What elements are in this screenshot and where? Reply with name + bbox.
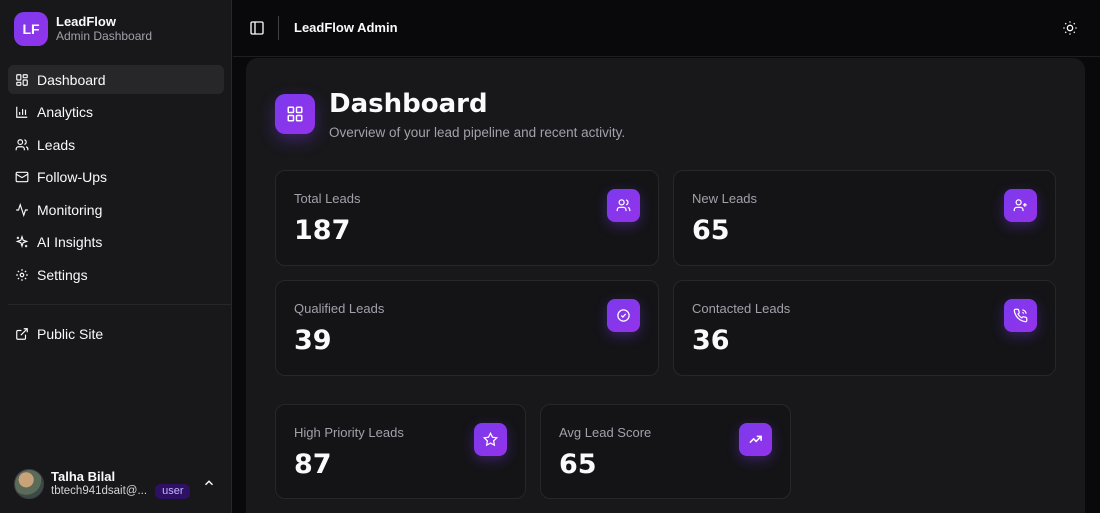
sidebar-item-follow-ups[interactable]: Follow-Ups: [8, 163, 224, 192]
avatar: [14, 469, 44, 499]
sidebar-toggle-icon[interactable]: [249, 20, 265, 36]
stat-card-contacted-leads[interactable]: Contacted Leads 36: [673, 280, 1056, 376]
sidebar-item-monitoring[interactable]: Monitoring: [8, 195, 224, 224]
stat-icon-box: [474, 423, 507, 456]
sidebar-nav: Dashboard Analytics Leads Follow-Ups Mon…: [8, 65, 224, 293]
stat-label: Avg Lead Score: [559, 425, 652, 440]
sidebar-item-public-site[interactable]: Public Site: [8, 319, 224, 348]
user-plus-icon: [1013, 199, 1027, 212]
stat-card-qualified-leads[interactable]: Qualified Leads 39: [275, 280, 659, 376]
page-icon: [275, 94, 315, 134]
role-badge: user: [155, 484, 191, 500]
stat-card-high-priority-leads[interactable]: High Priority Leads 87: [275, 404, 526, 499]
sidebar-item-label: Settings: [37, 266, 88, 283]
star-icon: [483, 432, 498, 447]
stat-card-new-leads[interactable]: New Leads 65: [673, 170, 1056, 266]
trending-up-icon: [749, 435, 762, 444]
stat-value: 39: [294, 325, 332, 356]
bar-chart-icon: [16, 106, 28, 118]
sidebar-divider: [8, 304, 232, 305]
stat-value: 187: [294, 215, 351, 246]
brand-name: LeadFlow: [56, 13, 116, 29]
sidebar: LF LeadFlow Admin Dashboard Dashboard An…: [0, 0, 232, 513]
sidebar-item-settings[interactable]: Settings: [8, 260, 224, 289]
sidebar-item-leads[interactable]: Leads: [8, 130, 224, 159]
main-panel: Dashboard Overview of your lead pipeline…: [246, 58, 1085, 513]
sidebar-item-dashboard[interactable]: Dashboard: [8, 65, 224, 94]
sidebar-item-label: Monitoring: [37, 201, 103, 218]
header-divider: [278, 16, 279, 40]
stat-icon-box: [1004, 299, 1037, 332]
stat-value: 87: [294, 449, 332, 480]
stat-value: 36: [692, 325, 730, 356]
stat-value: 65: [692, 215, 730, 246]
users-icon: [616, 199, 631, 212]
dashboard-icon: [287, 106, 303, 122]
check-circle-icon: [617, 309, 630, 322]
phone-call-icon: [1013, 308, 1028, 323]
sidebar-secondary-nav: Public Site: [8, 319, 224, 352]
stat-label: Total Leads: [294, 191, 361, 206]
stat-label: New Leads: [692, 191, 758, 206]
stat-label: High Priority Leads: [294, 425, 404, 440]
header-title: LeadFlow Admin: [294, 20, 398, 35]
page-subtitle: Overview of your lead pipeline and recen…: [329, 125, 626, 140]
stat-card-total-leads[interactable]: Total Leads 187: [275, 170, 659, 266]
sidebar-item-label: Public Site: [37, 325, 104, 342]
top-header: LeadFlow Admin: [233, 0, 1100, 57]
stat-label: Qualified Leads: [294, 301, 385, 316]
dashboard-icon: [16, 73, 28, 86]
stat-icon-box: [1004, 189, 1037, 222]
page-title: Dashboard: [329, 89, 488, 119]
stat-icon-box: [607, 299, 640, 332]
user-email: tbtech941dsait@...: [51, 484, 148, 497]
stat-card-avg-lead-score[interactable]: Avg Lead Score 65: [540, 404, 791, 499]
sidebar-item-label: Leads: [37, 136, 76, 153]
brand[interactable]: LF LeadFlow Admin Dashboard: [14, 12, 152, 46]
chevron-up-icon[interactable]: [202, 476, 216, 490]
user-name: Talha Bilal: [51, 468, 116, 484]
sparkles-icon: [15, 235, 29, 248]
sidebar-item-analytics[interactable]: Analytics: [8, 98, 224, 127]
brand-logo: LF: [14, 12, 48, 46]
sidebar-item-label: AI Insights: [37, 234, 103, 250]
stat-icon-box: [739, 423, 772, 456]
users-icon: [15, 138, 29, 150]
user-menu[interactable]: Talha Bilal tbtech941dsait@... user: [14, 466, 224, 502]
gear-icon: [16, 268, 28, 281]
sidebar-item-ai-insights[interactable]: AI Insights: [8, 228, 224, 257]
sun-icon[interactable]: [1062, 20, 1078, 36]
stat-icon-box: [607, 189, 640, 222]
stat-label: Contacted Leads: [692, 301, 791, 316]
sidebar-item-label: Follow-Ups: [37, 169, 108, 185]
stat-value: 65: [559, 449, 597, 480]
activity-icon: [16, 202, 28, 217]
brand-subtitle: Admin Dashboard: [56, 28, 153, 43]
sidebar-item-label: Dashboard: [37, 71, 106, 88]
mail-icon: [15, 171, 29, 183]
sidebar-item-label: Analytics: [37, 104, 94, 120]
external-link-icon: [16, 327, 28, 340]
